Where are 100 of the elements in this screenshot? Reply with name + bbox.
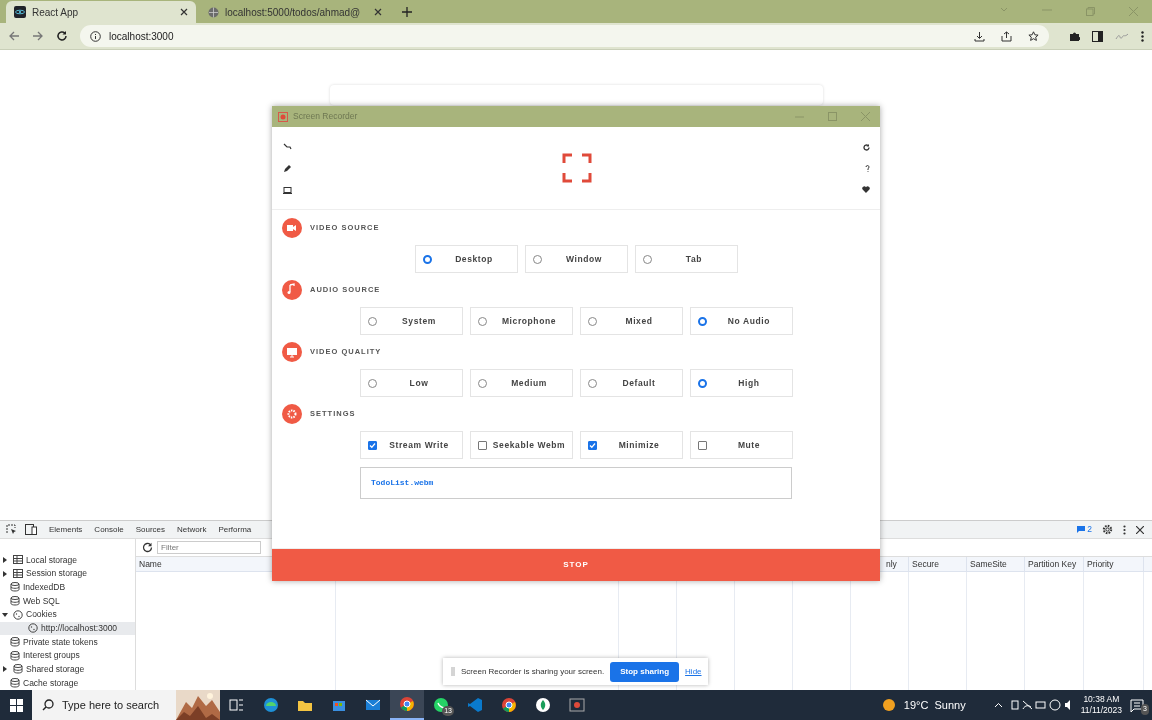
database-icon xyxy=(10,678,20,689)
more-icon[interactable] xyxy=(1141,30,1144,42)
checkmark-icon xyxy=(588,441,596,449)
devtools-tab[interactable]: Network xyxy=(171,523,213,536)
radio-option[interactable]: Mixed xyxy=(579,307,683,335)
stop-sharing-button[interactable]: Stop sharing xyxy=(610,661,680,682)
record-icon[interactable] xyxy=(569,697,585,713)
help-icon[interactable] xyxy=(865,164,870,172)
record-icon xyxy=(278,111,288,122)
more-icon[interactable] xyxy=(1123,524,1126,535)
close-icon[interactable] xyxy=(180,8,188,17)
radio-option[interactable]: Low xyxy=(359,369,463,397)
column-header: Partition Key xyxy=(1025,557,1084,572)
database-icon xyxy=(10,596,20,607)
radio-option[interactable]: Window xyxy=(524,245,628,273)
refresh-icon[interactable] xyxy=(863,143,870,151)
devtools-tab[interactable]: Sources xyxy=(129,523,172,536)
globe-icon[interactable] xyxy=(263,697,279,713)
issues-counter[interactable]: 2 xyxy=(1077,523,1092,536)
back-icon[interactable] xyxy=(8,30,20,43)
heart-icon[interactable] xyxy=(862,185,870,193)
radio-option[interactable]: Medium xyxy=(469,369,573,397)
share-icon[interactable] xyxy=(1001,30,1012,42)
checkbox-option[interactable]: Stream Write xyxy=(359,431,463,459)
database-icon xyxy=(10,650,20,661)
expanded-arrow-icon[interactable] xyxy=(2,611,8,618)
chevron-up-icon[interactable] xyxy=(993,702,1003,708)
table-icon xyxy=(13,554,23,565)
refresh-icon[interactable] xyxy=(142,542,153,554)
tree-item[interactable]: Private state tokens xyxy=(23,635,98,649)
tree-item[interactable]: Web SQL xyxy=(23,594,60,608)
star-icon[interactable] xyxy=(1028,30,1039,42)
settings-icon[interactable] xyxy=(1102,524,1113,536)
radio-option[interactable]: High xyxy=(689,369,793,397)
radio-option[interactable]: System xyxy=(359,307,463,335)
leaf-icon[interactable] xyxy=(535,697,551,713)
database-icon xyxy=(10,582,20,593)
tree-item[interactable]: Cache storage xyxy=(23,676,79,690)
forward-icon[interactable] xyxy=(32,30,44,43)
reload-icon[interactable] xyxy=(56,30,68,43)
windows-icon xyxy=(9,698,23,712)
plus-icon[interactable] xyxy=(402,7,412,18)
checkbox-option[interactable]: Mute xyxy=(689,431,793,459)
cookie-icon xyxy=(13,609,23,620)
mail-icon[interactable] xyxy=(365,697,381,713)
checkbox-option[interactable]: Seekable Webm xyxy=(469,431,573,459)
sidebar-icon[interactable] xyxy=(1092,30,1103,42)
browser-tab[interactable]: React App xyxy=(6,1,196,24)
weather-widget[interactable]: 19°C Sunny xyxy=(881,696,986,714)
tree-item[interactable]: Cookies xyxy=(26,608,57,622)
download-icon[interactable] xyxy=(974,30,985,42)
browser-tab[interactable]: localhost:5000/todos/ahmad@ xyxy=(200,1,390,24)
close-icon[interactable] xyxy=(1136,525,1144,534)
tree-item[interactable]: Interest groups xyxy=(23,649,80,663)
circle-logo-icon[interactable] xyxy=(501,697,517,713)
atom-icon xyxy=(14,6,26,19)
close-icon[interactable] xyxy=(374,8,382,17)
inspect-icon[interactable] xyxy=(6,524,17,536)
address-bar[interactable]: localhost:3000 xyxy=(80,25,1049,48)
filename-field[interactable]: TodoList.webm xyxy=(360,467,792,499)
collapsed-arrow-icon[interactable] xyxy=(2,666,8,673)
radio-option[interactable]: Microphone xyxy=(469,307,573,335)
radio-option[interactable]: No Audio xyxy=(689,307,793,335)
tree-item[interactable]: Session storage xyxy=(26,567,87,581)
crop-icon[interactable] xyxy=(283,142,292,151)
drag-handle-icon[interactable] xyxy=(451,667,455,676)
column-header: SameSite xyxy=(967,557,1025,572)
collapsed-arrow-icon[interactable] xyxy=(2,570,8,577)
clock-time[interactable]: 10:38 AM xyxy=(1083,694,1120,705)
devtools-tab[interactable]: Console xyxy=(88,523,130,536)
laptop-icon[interactable] xyxy=(283,186,292,194)
globe-icon xyxy=(208,6,219,18)
search-icon xyxy=(42,699,54,711)
devtools-tab[interactable]: Elements xyxy=(43,523,89,536)
device-icon[interactable] xyxy=(25,524,37,536)
tray-icons-drawing[interactable] xyxy=(1010,699,1073,711)
tree-item[interactable]: Local storage xyxy=(26,553,78,567)
notification-icon[interactable] xyxy=(1130,698,1144,712)
circle-logo-icon[interactable] xyxy=(399,696,415,712)
radio-option[interactable]: Default xyxy=(579,369,683,397)
devtools-tab[interactable]: Performa xyxy=(212,523,258,536)
tree-item[interactable]: IndexedDB xyxy=(23,580,66,594)
checkmark-icon xyxy=(368,441,376,449)
database-icon xyxy=(10,637,20,648)
hide-link[interactable]: Hide xyxy=(685,665,702,678)
radio-option[interactable]: Desktop xyxy=(414,245,518,273)
task-view-icon[interactable] xyxy=(229,697,245,713)
filter-field[interactable]: Filter xyxy=(157,541,261,555)
table-icon xyxy=(13,568,23,579)
cookie-icon xyxy=(28,623,38,634)
collapsed-arrow-icon[interactable] xyxy=(2,556,8,563)
checkbox-option[interactable]: Minimize xyxy=(579,431,683,459)
fullscreen-icon[interactable] xyxy=(562,153,592,183)
sun-icon xyxy=(881,698,896,712)
search-field[interactable]: Type here to search xyxy=(32,690,220,720)
clock-date[interactable]: 11/11/2023 xyxy=(1080,705,1122,716)
tree-item[interactable]: Shared storage xyxy=(26,663,85,676)
pen-icon[interactable] xyxy=(283,164,291,173)
code-icon[interactable] xyxy=(467,697,483,713)
radio-option[interactable]: Tab xyxy=(634,245,738,273)
